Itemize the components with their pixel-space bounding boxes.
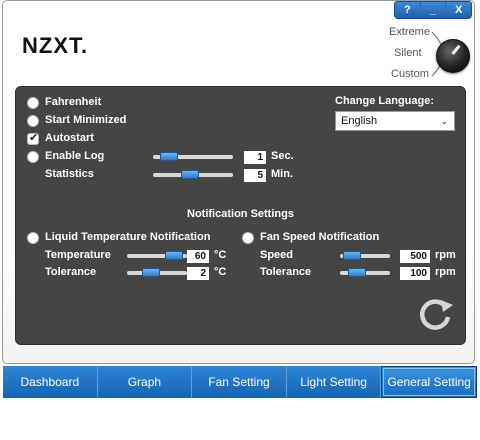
log-interval-unit: Sec.: [271, 150, 294, 162]
speed-unit: rpm: [435, 249, 456, 261]
start-minimized-label: Start Minimized: [45, 114, 127, 126]
notification-settings-title: Notification Settings: [187, 208, 294, 220]
slider-thumb[interactable]: [348, 268, 366, 277]
liquid-temp-notification-label: Liquid Temperature Notification: [45, 231, 211, 243]
statistics-unit: Min.: [271, 168, 293, 180]
liquid-temp-notification-checkbox[interactable]: [27, 232, 39, 244]
temperature-label: Temperature: [45, 249, 111, 261]
speed-label: Speed: [260, 249, 294, 261]
tab-light-setting[interactable]: Light Setting: [286, 366, 382, 398]
log-interval-slider[interactable]: [153, 152, 233, 161]
mode-silent-label[interactable]: Silent: [394, 47, 422, 59]
fan-tolerance-value[interactable]: 100: [400, 267, 430, 280]
temperature-unit: °C: [214, 249, 227, 261]
tab-graph[interactable]: Graph: [97, 366, 193, 398]
enable-log-label: Enable Log: [45, 150, 105, 162]
fan-tolerance-slider[interactable]: [340, 268, 390, 277]
slider-thumb[interactable]: [142, 268, 160, 277]
autostart-checkbox[interactable]: [27, 131, 39, 145]
temperature-slider[interactable]: [127, 251, 187, 260]
temperature-value[interactable]: 60: [187, 250, 209, 263]
speed-value[interactable]: 500: [400, 250, 430, 263]
mode-custom-label[interactable]: Custom: [391, 68, 429, 80]
minimize-button[interactable]: _: [421, 2, 447, 18]
fan-speed-notification-checkbox[interactable]: [242, 232, 254, 244]
tab-general-setting[interactable]: General Setting: [381, 366, 477, 398]
liquid-tolerance-unit: °C: [214, 266, 227, 278]
app-window: ? _ X NZXT. Extreme Silent Custom Fahren…: [0, 0, 480, 440]
language-select[interactable]: English ⌄: [335, 111, 455, 131]
log-interval-value[interactable]: 1: [244, 151, 266, 164]
settings-panel: Fahrenheit Start Minimized Autostart Ena…: [15, 86, 466, 345]
liquid-tolerance-value[interactable]: 2: [187, 267, 209, 280]
window-controls: ? _ X: [394, 1, 472, 19]
fan-tolerance-unit: rpm: [435, 266, 456, 278]
slider-thumb[interactable]: [165, 251, 183, 260]
nzxt-logo: NZXT.: [22, 33, 89, 58]
slider-thumb[interactable]: [181, 170, 199, 179]
slider-thumb[interactable]: [160, 152, 178, 161]
help-button[interactable]: ?: [395, 2, 421, 18]
change-language-label: Change Language:: [335, 95, 435, 107]
tab-dashboard[interactable]: Dashboard: [3, 366, 98, 398]
chevron-down-icon: ⌄: [440, 116, 448, 126]
fan-tolerance-label: Tolerance: [260, 266, 312, 278]
speed-slider[interactable]: [340, 251, 390, 260]
fan-speed-notification-label: Fan Speed Notification: [260, 231, 380, 243]
liquid-tolerance-slider[interactable]: [127, 268, 187, 277]
slider-thumb[interactable]: [343, 251, 361, 260]
mode-extreme-label[interactable]: Extreme: [389, 26, 430, 38]
refresh-icon[interactable]: [415, 297, 455, 333]
tab-bar: Dashboard Graph Fan Setting Light Settin…: [3, 366, 477, 398]
statistics-slider[interactable]: [153, 170, 233, 179]
knob-indicator-icon: [451, 44, 461, 55]
fahrenheit-checkbox[interactable]: [27, 97, 39, 109]
language-selected-value: English: [341, 115, 378, 127]
liquid-tolerance-label: Tolerance: [45, 266, 97, 278]
fan-mode-knob[interactable]: [436, 39, 470, 73]
start-minimized-checkbox[interactable]: [27, 115, 39, 127]
close-button[interactable]: X: [446, 2, 471, 18]
autostart-label: Autostart: [45, 132, 94, 144]
statistics-value[interactable]: 5: [244, 169, 266, 182]
tab-fan-setting[interactable]: Fan Setting: [192, 366, 287, 398]
statistics-label: Statistics: [45, 168, 94, 180]
enable-log-checkbox[interactable]: [27, 151, 39, 163]
fahrenheit-label: Fahrenheit: [45, 96, 102, 108]
